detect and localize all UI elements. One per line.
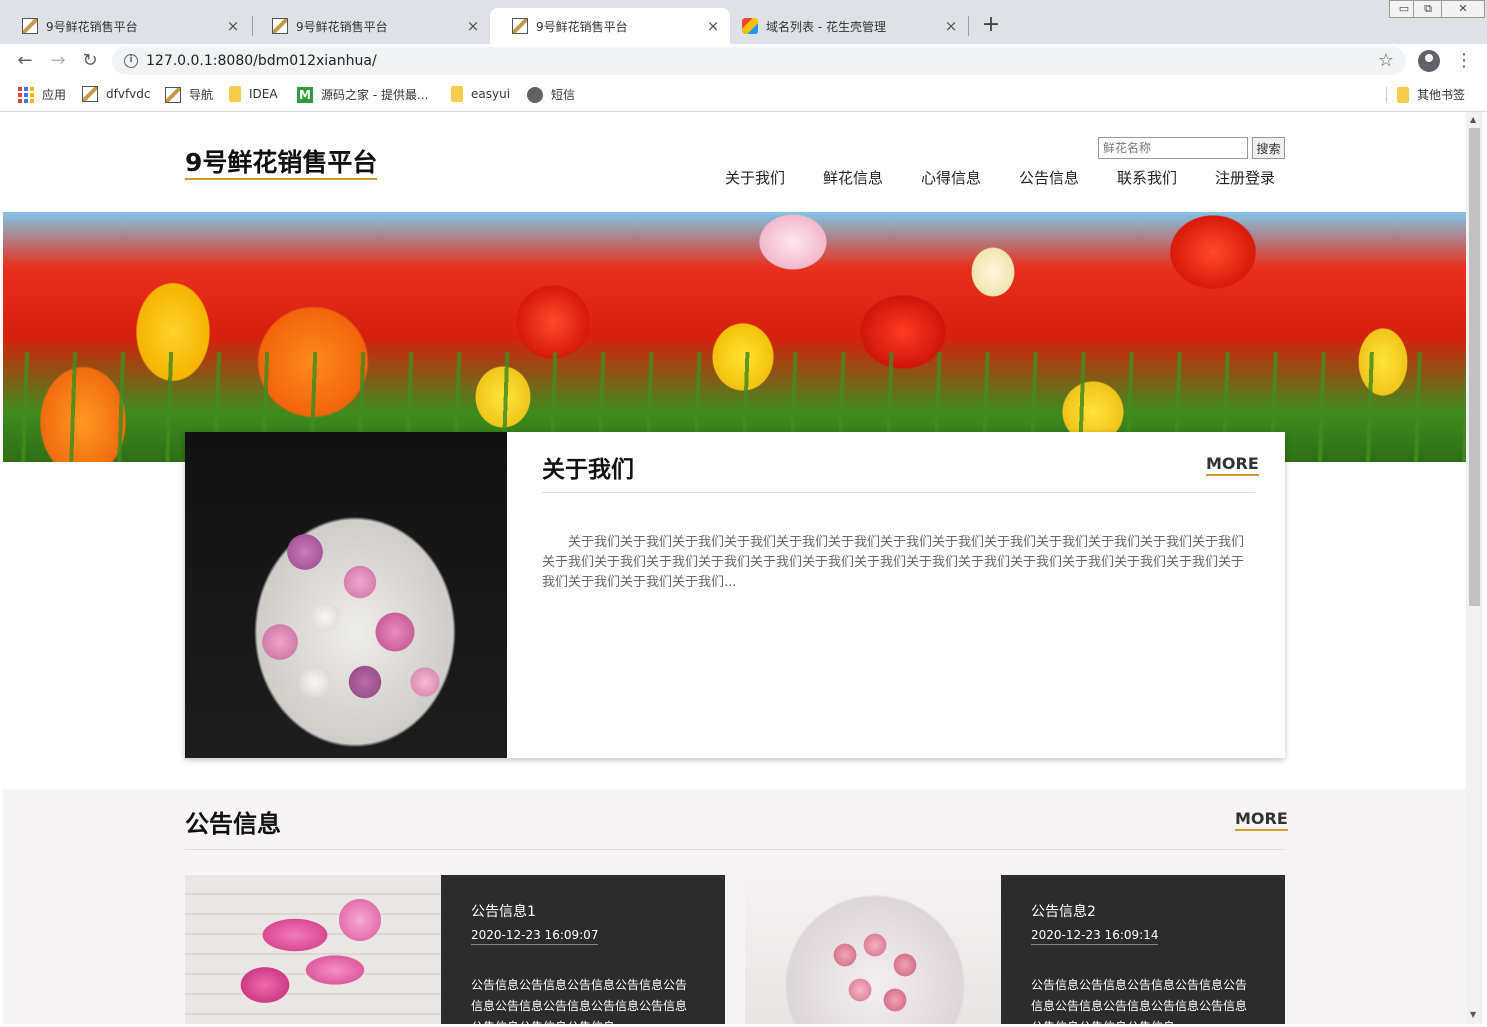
bookmark-label: 源码之家 - 提供最... [321, 88, 429, 102]
nav-flowers[interactable]: 鲜花信息 [823, 167, 883, 188]
about-text: 关于我们关于我们关于我们关于我们关于我们关于我们关于我们关于我们关于我们关于我们… [542, 535, 1245, 590]
page-viewport: 9号鲜花销售平台 搜索 关于我们 鲜花信息 心得信息 公告信息 联系我们 注册登… [3, 112, 1466, 1024]
scrollbar-thumb[interactable] [1469, 128, 1480, 606]
bookmark-label: 应用 [42, 88, 67, 102]
bookmark-idea[interactable]: IDEA [229, 86, 278, 102]
reload-button[interactable]: ↻ [79, 50, 101, 72]
browser-tab-1[interactable]: 9号鲜花销售平台 × [0, 8, 250, 44]
site-favicon-icon [272, 18, 288, 34]
notice-name[interactable]: 公告信息1 [471, 901, 536, 921]
notice-date: 2020-12-23 16:09:14 [1031, 928, 1159, 945]
notice-card[interactable]: 公告信息1 2020-12-23 16:09:07 公告信息公告信息公告信息公告… [185, 875, 725, 1024]
about-title: 关于我们 [542, 457, 634, 483]
bookmark-label: IDEA [249, 87, 278, 101]
bookmark-star-icon[interactable]: ☆ [1378, 50, 1394, 71]
rose-bouquet-image [745, 875, 1001, 1024]
close-window-button[interactable]: ✕ [1441, 0, 1485, 18]
peanut-shell-favicon-icon [742, 18, 758, 34]
tab-title: 域名列表 - 花生壳管理 [766, 19, 886, 34]
notice-body: 公告信息公告信息公告信息公告信息公告信息公告信息公告信息公告信息公告信息公告信息… [471, 978, 688, 1024]
browser-tab-4[interactable]: 域名列表 - 花生壳管理 × [730, 8, 968, 44]
bookmark-label: 导航 [189, 88, 214, 102]
browser-tab-2[interactable]: 9号鲜花销售平台 × [250, 8, 490, 44]
bouquet-image [185, 432, 507, 758]
tab-title: 9号鲜花销售平台 [46, 19, 138, 34]
about-card: 关于我们 MORE 关于我们关于我们关于我们关于我们关于我们关于我们关于我们关于… [185, 432, 1285, 758]
notice-name[interactable]: 公告信息2 [1031, 901, 1096, 921]
bookmark-apps[interactable]: 应用 [18, 86, 66, 103]
site-favicon-icon [512, 18, 528, 34]
bookmark-yuanma[interactable]: M 源码之家 - 提供最... [297, 86, 428, 103]
forward-button[interactable]: → [47, 50, 69, 72]
tab-title: 9号鲜花销售平台 [296, 19, 388, 34]
close-tab-icon[interactable]: × [942, 17, 960, 35]
profile-avatar-icon[interactable] [1418, 50, 1440, 72]
notice-body: 公告信息公告信息公告信息公告信息公告信息公告信息公告信息公告信息公告信息公告信息… [1031, 978, 1248, 1024]
url-text[interactable]: 127.0.0.1:8080/bdm012xianhua/ [146, 53, 377, 69]
browser-toolbar: ← → ↻ i 127.0.0.1:8080/bdm012xianhua/ ☆ … [0, 44, 1487, 78]
site-info-icon[interactable]: i [124, 54, 138, 68]
notice-date: 2020-12-23 16:09:07 [471, 928, 599, 945]
bookmark-dfvfvdc[interactable]: dfvfvdc [82, 86, 150, 102]
site-logo[interactable]: 9号鲜花销售平台 [185, 148, 378, 180]
tab-strip: 9号鲜花销售平台 × 9号鲜花销售平台 × 9号鲜花销售平台 × 域名列表 - … [0, 0, 1487, 44]
bookmark-label: easyui [471, 87, 511, 101]
scroll-up-arrow-icon[interactable]: ▲ [1470, 115, 1476, 124]
restore-button[interactable]: ⧉ [1413, 0, 1443, 18]
picture-icon [165, 86, 181, 103]
picture-icon [82, 86, 98, 102]
other-bookmarks[interactable]: 其他书签 [1397, 86, 1465, 103]
scroll-down-arrow-icon[interactable]: ▼ [1470, 1010, 1476, 1019]
bookmark-easyui[interactable]: easyui [451, 86, 510, 102]
browser-tab-3-active[interactable]: 9号鲜花销售平台 × [490, 8, 730, 44]
notice-section: 公告信息 MORE 公告信息1 2020-12-23 16:09:07 公告信息… [3, 789, 1466, 1024]
tab-separator [968, 16, 969, 36]
notice-section-title: 公告信息 [185, 810, 281, 838]
divider [185, 849, 1285, 850]
tab-title: 9号鲜花销售平台 [536, 19, 628, 34]
folder-icon [1397, 86, 1409, 103]
m-logo-icon: M [297, 86, 313, 103]
close-tab-icon[interactable]: × [224, 17, 242, 35]
close-tab-icon[interactable]: × [704, 17, 722, 35]
close-tab-icon[interactable]: × [464, 17, 482, 35]
folder-icon [451, 86, 463, 102]
about-more-link[interactable]: MORE [1206, 454, 1259, 476]
bookmarks-bar: 应用 dfvfvdc 导航 IDEA M 源码之家 - 提供最... easyu… [0, 78, 1487, 111]
notice-more-link[interactable]: MORE [1235, 809, 1288, 831]
lily-image [185, 875, 441, 1024]
bookmark-label: 短信 [551, 88, 576, 102]
notice-card[interactable]: 公告信息2 2020-12-23 16:09:14 公告信息公告信息公告信息公告… [745, 875, 1285, 1024]
bookmarks-divider [1386, 87, 1387, 103]
nav-experience[interactable]: 心得信息 [921, 167, 981, 188]
vertical-scrollbar[interactable]: ▲ ▼ [1466, 112, 1483, 1024]
nav-register-login[interactable]: 注册登录 [1215, 167, 1275, 188]
back-button[interactable]: ← [14, 50, 36, 72]
nav-notices[interactable]: 公告信息 [1019, 167, 1079, 188]
browser-menu-icon[interactable]: ⋮ [1455, 50, 1473, 72]
site-favicon-icon [22, 18, 38, 34]
address-bar[interactable]: i 127.0.0.1:8080/bdm012xianhua/ ☆ [112, 47, 1406, 75]
bookmark-label: 其他书签 [1417, 88, 1466, 102]
new-tab-button[interactable]: + [979, 14, 1003, 38]
tulip-banner-image [3, 212, 1466, 462]
globe-icon [527, 86, 543, 103]
site-header: 9号鲜花销售平台 搜索 关于我们 鲜花信息 心得信息 公告信息 联系我们 注册登… [3, 112, 1466, 212]
bookmark-nav[interactable]: 导航 [165, 86, 213, 103]
folder-icon [229, 86, 241, 102]
apps-icon [18, 86, 34, 103]
bookmark-sms[interactable]: 短信 [527, 86, 575, 103]
nav-contact[interactable]: 联系我们 [1117, 167, 1177, 188]
bookmark-label: dfvfvdc [106, 87, 151, 101]
flower-search-input[interactable] [1098, 137, 1248, 159]
divider [542, 492, 1255, 493]
search-button[interactable]: 搜索 [1252, 137, 1285, 159]
browser-chrome: 9号鲜花销售平台 × 9号鲜花销售平台 × 9号鲜花销售平台 × 域名列表 - … [0, 0, 1487, 112]
nav-about[interactable]: 关于我们 [725, 167, 785, 188]
